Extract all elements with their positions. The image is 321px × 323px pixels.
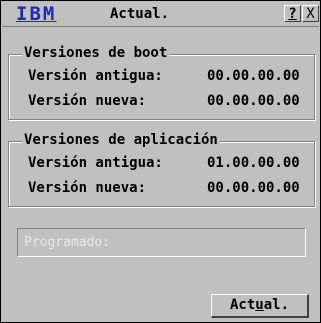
ibm-logo: IBM <box>16 3 57 25</box>
app-versions-group <box>8 141 315 207</box>
app-new-version-label: Versión nueva: <box>28 180 147 196</box>
app-new-version-value: 00.00.00.00 <box>207 180 300 196</box>
update-button-hotkey: u <box>255 297 264 313</box>
close-button[interactable]: X <box>302 5 319 22</box>
boot-old-version-value: 00.00.00.00 <box>207 68 300 84</box>
title-bar: IBM Actual. ? X <box>2 2 319 27</box>
boot-new-version-value: 00.00.00.00 <box>207 93 300 109</box>
window-title: Actual. <box>110 6 170 22</box>
app-versions-legend: Versiones de aplicación <box>22 132 220 148</box>
app-old-version-label: Versión antigua: <box>28 155 163 171</box>
programmed-status-text: Programado: <box>24 235 111 250</box>
update-button-label-pre: Act <box>229 297 256 313</box>
boot-versions-legend: Versiones de boot <box>22 45 170 61</box>
upgrade-window: IBM Actual. ? X Versiones de boot Versió… <box>0 0 321 323</box>
update-button[interactable]: Actual. <box>211 294 309 318</box>
update-button-label-post: al. <box>263 297 290 313</box>
boot-versions-group <box>8 54 315 120</box>
boot-old-version-label: Versión antigua: <box>28 68 163 84</box>
boot-new-version-label: Versión nueva: <box>28 93 147 109</box>
programmed-status-field: Programado: <box>17 228 306 257</box>
close-icon: X <box>306 6 315 22</box>
app-old-version-value: 01.00.00.00 <box>207 155 300 171</box>
help-button[interactable]: ? <box>284 5 301 22</box>
